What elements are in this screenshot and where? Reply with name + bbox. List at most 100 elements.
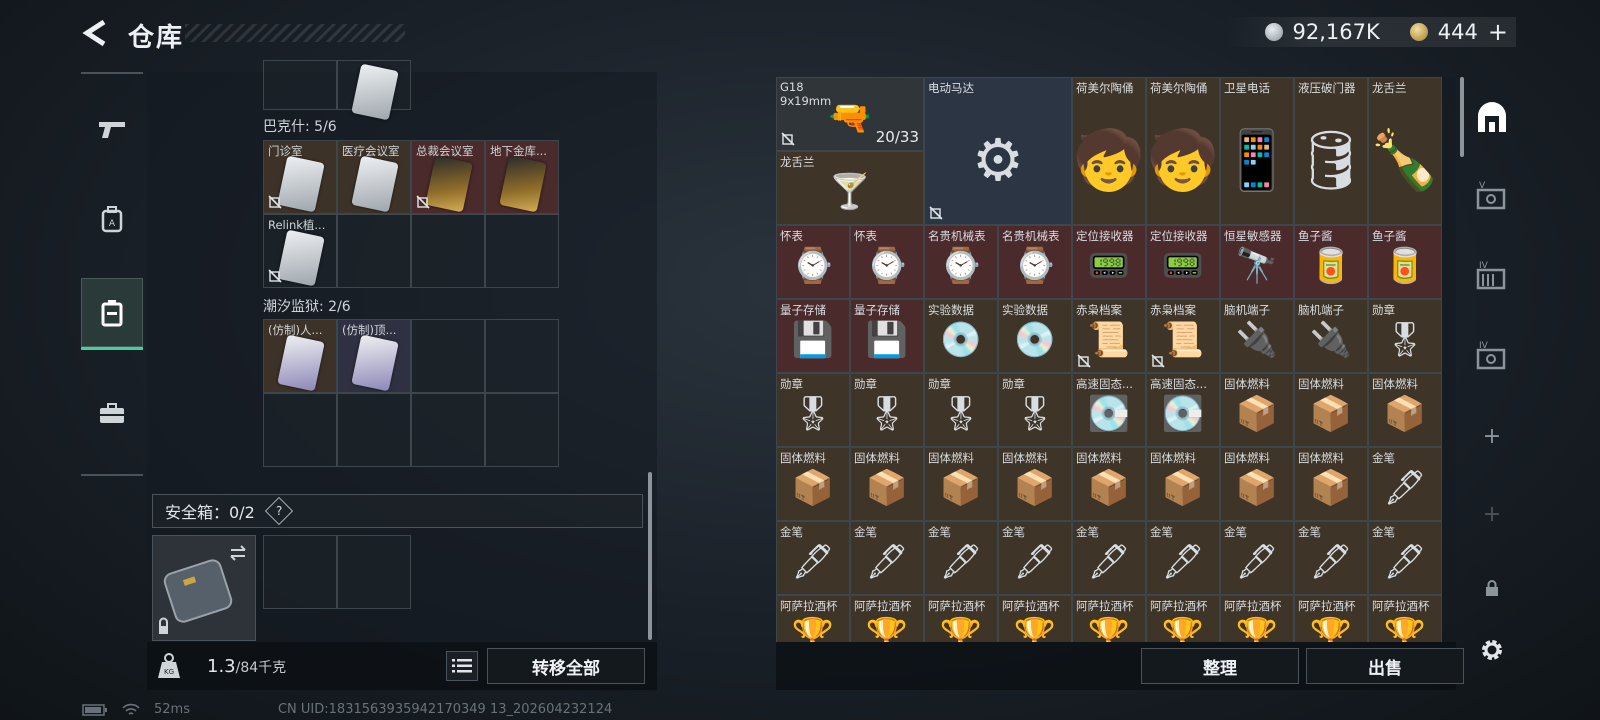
inventory-item[interactable]: 金笔 🖋 [850,521,924,595]
tab-storage-iv-a[interactable]: IV [1466,243,1518,309]
key-slot[interactable]: 门诊室 [263,140,337,214]
safe-box-empty-slot[interactable] [263,535,337,609]
key-slot[interactable] [337,214,411,288]
inventory-item[interactable]: 鱼子酱 🥫 [1368,225,1442,299]
inventory-item[interactable]: 卫星电话 📱 [1220,77,1294,225]
key-slot[interactable]: 地下金库... [485,140,559,214]
transfer-all-button[interactable]: 转移全部 [487,648,645,684]
safe-box-empty-slot[interactable] [337,535,411,609]
inventory-item[interactable]: 电动马达 ⚙ [924,77,1072,225]
inventory-item[interactable]: 阿萨拉酒杯 🏆 [1220,595,1294,642]
inventory-item[interactable]: 金笔 🖋 [776,521,850,595]
inventory-item[interactable]: 固体燃料 📦 [924,447,998,521]
inventory-item[interactable]: 脑机端子 🔌 [1220,299,1294,373]
inventory-item[interactable]: 定位接收器 📟 [1146,225,1220,299]
inventory-item[interactable]: 固体燃料 📦 [1146,447,1220,521]
grid-cell[interactable] [263,60,337,110]
inventory-item[interactable]: 恒星敏感器 🔭 [1220,225,1294,299]
sell-button[interactable]: 出售 [1306,648,1464,684]
inventory-item[interactable]: 量子存储 💾 [850,299,924,373]
nav-weapons[interactable] [81,96,143,162]
add-currency-button[interactable]: + [1488,18,1508,46]
inventory-item[interactable]: 龙舌兰 🍸 [776,151,924,225]
inventory-item[interactable]: 勋章 🎖 [924,373,998,447]
nav-equipment[interactable]: A [81,186,143,252]
grid-cell[interactable] [337,60,411,121]
inventory-item[interactable]: 勋章 🎖 [1368,299,1442,373]
inventory-item[interactable]: 勋章 🎖 [776,373,850,447]
inventory-item[interactable]: 金笔 🖋 [924,521,998,595]
inventory-item[interactable]: 固体燃料 📦 [1368,373,1442,447]
inventory-item[interactable]: 固体燃料 📦 [1072,447,1146,521]
inventory-item[interactable]: 实验数据 💿 [924,299,998,373]
key-slot[interactable] [485,393,559,467]
inventory-item[interactable]: 荷美尔陶俑 🧒 [1146,77,1220,225]
inventory-item[interactable]: 名贵机械表 ⌚ [924,225,998,299]
help-icon[interactable]: ? [264,496,293,526]
inventory-item[interactable]: 金笔 🖋 [1368,447,1442,521]
inventory-item[interactable]: 名贵机械表 ⌚ [998,225,1072,299]
inventory-item[interactable]: 荷美尔陶俑 🧒 [1072,77,1146,225]
inventory-item[interactable]: 量子存储 💾 [776,299,850,373]
inventory-item[interactable]: 阿萨拉酒杯 🏆 [776,595,850,642]
list-view-button[interactable] [446,651,478,681]
inventory-item[interactable]: 固体燃料 📦 [1220,447,1294,521]
inventory-item[interactable]: 高速固态... 💽 [1146,373,1220,447]
inventory-item[interactable]: 勋章 🎖 [998,373,1072,447]
inventory-item[interactable]: 怀表 ⌚ [776,225,850,299]
inventory-item[interactable]: 实验数据 💿 [998,299,1072,373]
tab-storage-iv-b[interactable]: IV [1466,323,1518,389]
inventory-item[interactable]: 赤枭档案 📜 [1072,299,1146,373]
tab-main-storage[interactable] [1466,85,1518,151]
inventory-item[interactable]: 阿萨拉酒杯 🏆 [998,595,1072,642]
key-slot[interactable]: (仿制)人... [263,319,337,393]
inventory-item[interactable]: 阿萨拉酒杯 🏆 [924,595,998,642]
left-scrollbar[interactable] [648,472,652,640]
inventory-item[interactable]: 固体燃料 📦 [1294,373,1368,447]
inventory-item[interactable]: 勋章 🎖 [850,373,924,447]
inventory-item[interactable]: 怀表 ⌚ [850,225,924,299]
inventory-item[interactable]: 金笔 🖋 [1146,521,1220,595]
key-slot[interactable] [263,393,337,467]
key-slot[interactable]: Relink植... [263,214,337,288]
inventory-item[interactable]: 固体燃料 📦 [1220,373,1294,447]
nav-supplies[interactable] [81,380,143,446]
inventory-item[interactable]: 金笔 🖋 [1368,521,1442,595]
key-slot[interactable] [337,393,411,467]
inventory-item[interactable]: 金笔 🖋 [1072,521,1146,595]
settings-button[interactable] [1466,617,1518,683]
key-slot[interactable]: (仿制)顶... [337,319,411,393]
sort-button[interactable]: 整理 [1141,648,1299,684]
tab-storage-v[interactable]: V [1466,163,1518,229]
inventory-item[interactable]: 高速固态... 💽 [1072,373,1146,447]
inventory-item[interactable]: 阿萨拉酒杯 🏆 [1146,595,1220,642]
inventory-item[interactable]: 液压破门器 🛢 [1294,77,1368,225]
key-slot[interactable] [485,214,559,288]
key-slot[interactable] [411,393,485,467]
inventory-item[interactable]: 脑机端子 🔌 [1294,299,1368,373]
inventory-item[interactable]: 赤枭档案 📜 [1146,299,1220,373]
inventory-item[interactable]: 龙舌兰 🍾 [1368,77,1442,225]
add-storage-button[interactable]: + [1466,403,1518,469]
inventory-item[interactable]: 固体燃料 📦 [776,447,850,521]
inventory-item[interactable]: 阿萨拉酒杯 🏆 [850,595,924,642]
inventory-item[interactable]: 金笔 🖋 [1294,521,1368,595]
inventory-item[interactable]: 定位接收器 📟 [1072,225,1146,299]
back-button[interactable] [78,16,112,50]
inventory-item[interactable]: 阿萨拉酒杯 🏆 [1294,595,1368,642]
key-slot[interactable]: 医疗会议室 [337,140,411,214]
safe-box-slot[interactable] [152,535,256,641]
inventory-item[interactable]: 鱼子酱 🥫 [1294,225,1368,299]
key-slot[interactable] [411,319,485,393]
inventory-item[interactable]: 固体燃料 📦 [1294,447,1368,521]
inventory-item[interactable]: G18 9x19mm 🔫 20/33 [776,77,924,151]
inventory-item[interactable]: 阿萨拉酒杯 🏆 [1072,595,1146,642]
inventory-item[interactable]: 阿萨拉酒杯 🏆 [1368,595,1442,642]
inventory-item[interactable]: 固体燃料 📦 [850,447,924,521]
key-slot[interactable]: 总裁会议室 [411,140,485,214]
inventory-item[interactable]: 金笔 🖋 [1220,521,1294,595]
key-slot[interactable] [411,214,485,288]
nav-keys[interactable] [81,278,143,350]
right-scrollbar[interactable] [1460,77,1464,157]
inventory-item[interactable]: 金笔 🖋 [998,521,1072,595]
